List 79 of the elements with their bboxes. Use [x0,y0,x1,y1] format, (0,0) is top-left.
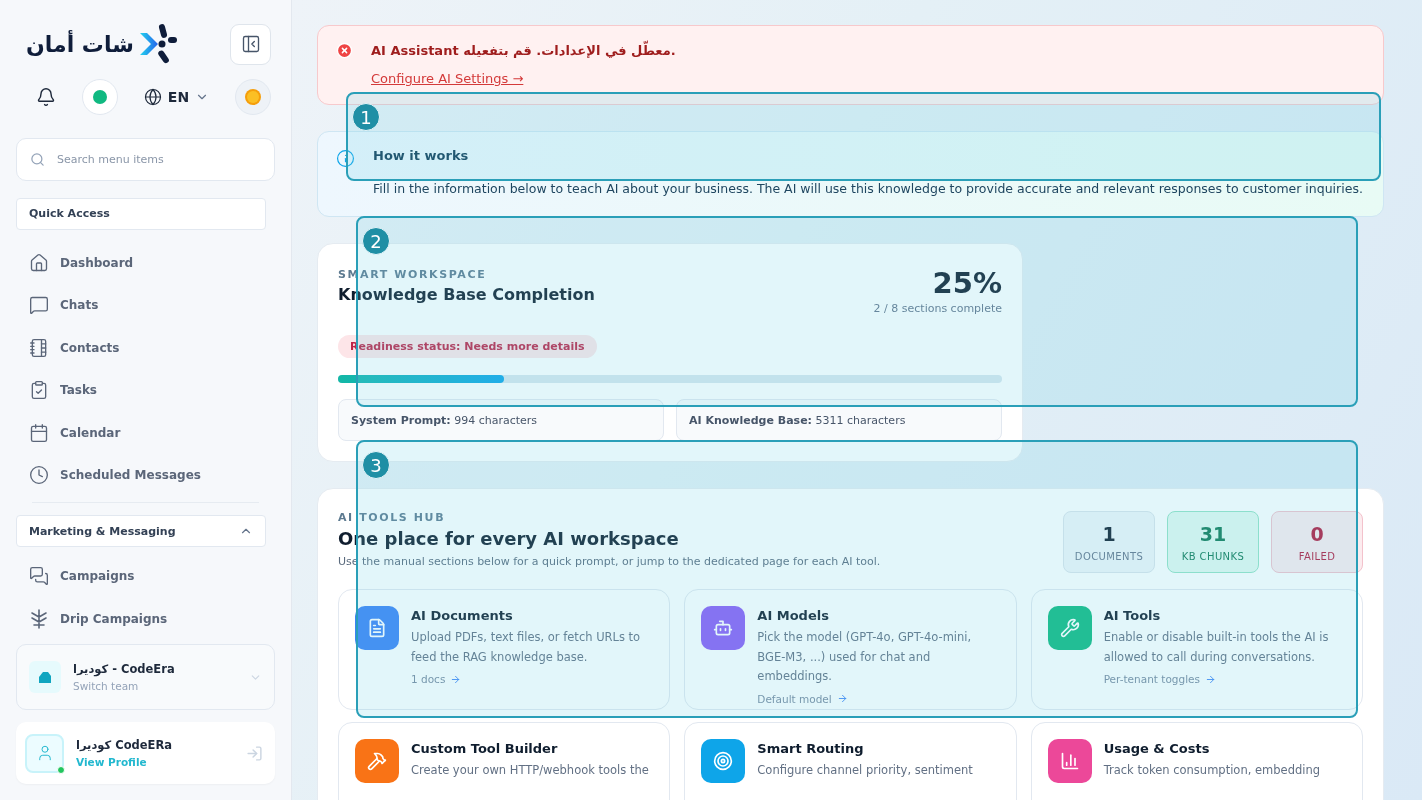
info-icon [336,149,355,168]
tool-card[interactable]: Usage & Costs Track token consumption, embedding [1030,722,1363,800]
team-icon [29,661,61,693]
wrench-icon [1047,606,1092,650]
hammer-icon [355,739,399,783]
nav-item[interactable]: Contacts [16,326,275,369]
step-number: 2 [362,227,390,255]
brand-name: شات أمان [26,31,134,57]
tool-title: AI Models [757,608,830,623]
tool-description: Enable or disable built-in tools the AI is allowed to call during conversations. [1103,629,1330,666]
tool-link[interactable]: 1 docs [411,673,654,685]
search-icon [30,152,45,167]
bar-chart-icon [1047,739,1092,783]
tool-description: Track token consumption, embedding [1103,762,1322,779]
nav-item[interactable]: Campaigns [16,555,275,598]
tool-title: AI Tools [1103,608,1162,623]
calendar-icon [29,422,49,443]
tool-description: Create your own HTTP/webhook tools the [411,762,650,779]
sun-icon [243,87,263,107]
tool-card[interactable]: Smart Routing Configure channel priority, sentiment [684,722,1017,800]
character-count: System Prompt: 994 characters [338,399,664,441]
tool-link[interactable]: Default model [757,692,1000,705]
document-icon [355,606,399,650]
team-action: Switch team [73,680,140,692]
section-header[interactable]: Marketing & Messaging [16,515,266,548]
language-selector[interactable]: EN [143,88,210,106]
target-icon [701,739,746,783]
stat-tile: 1 DOCUMENTS [1063,511,1155,573]
nav-item[interactable]: Scheduled Messages [16,453,275,497]
arrow-right-icon [836,693,848,704]
globe-icon [143,88,162,106]
chat-bubbles-icon [29,566,49,587]
info-text: Fill in the information below to teach AI about your business. The AI will use this knowledge to provide accurate and relevant responses to customer inquiries. [373,180,1364,198]
branches-icon [29,608,49,629]
tool-title: Smart Routing [757,741,865,756]
search-field[interactable]: Search menu items [16,138,275,181]
nav-item[interactable]: Drip Campaigns [16,597,275,640]
tool-card[interactable]: AI Tools Enable or disable built-in tools the AI is allowed to call during conversations. Per-tenant toggles [1030,589,1363,710]
tool-title: AI Documents [411,608,514,623]
step-number: 1 [352,103,380,131]
chat-bubble-icon [29,295,49,316]
logout-icon[interactable] [246,744,263,762]
clipboard-check-icon [29,380,49,401]
tool-description: Pick the model (GPT-4o, GPT-4o-mini, BGE-M3, ...) used for chat and embeddings. [757,629,973,685]
theme-toggle-button[interactable] [235,79,271,115]
clock-icon [29,465,49,486]
collapse-sidebar-button[interactable] [230,23,271,65]
arrow-right-icon [1205,673,1216,685]
sections-summary: 2 / 8 sections complete [873,302,1002,315]
nav-item[interactable]: Dashboard [16,241,275,284]
section-header[interactable]: Quick Access [16,198,266,230]
info-title: How it works [373,148,470,163]
notification-bell-icon[interactable] [36,87,56,107]
notebook-icon [29,337,49,358]
eyebrow-label: AI TOOLS HUB [338,511,447,524]
tool-description: Configure channel priority, sentiment [757,762,974,779]
status-button[interactable] [81,79,118,115]
stat-tile: 31 KB CHUNKS [1167,511,1259,573]
house-icon [29,252,49,273]
configure-link[interactable]: Configure AI Settings → [371,71,524,86]
tool-description: Upload PDFs, text files, or fetch URLs to feed the RAG knowledge base. [411,629,642,666]
stat-tile: 0 FAILED [1271,511,1363,573]
user-name: كوديرا CodeERa [76,738,174,752]
nav-item[interactable]: Calendar [16,411,275,454]
tool-card[interactable]: Custom Tool Builder Create your own HTTP/webhook tools the [338,722,671,800]
tool-title: Custom Tool Builder [411,741,559,756]
tool-card[interactable]: AI Models Pick the model (GPT-4o, GPT-4o-mini, BGE-M3, ...) used for chat and embeddings. Default model [684,589,1017,710]
collapse-panel-icon [240,34,261,54]
team-name: كوديرا - CodeEra [73,662,176,676]
completion-percent: 25% [932,268,1002,298]
tool-card[interactable]: AI Documents Upload PDFs, text files, or fetch URLs to feed the RAG knowledge base. 1 docs [338,589,671,710]
robot-icon [701,606,746,650]
arrow-right-icon [450,673,462,685]
tool-link[interactable]: Per-tenant toggles [1103,673,1346,685]
nav-item[interactable]: Tasks [16,369,275,412]
character-count: AI Knowledge Base: 5311 characters [676,399,1002,441]
error-icon [336,42,353,59]
tool-title: Usage & Costs [1103,741,1211,756]
nav-item[interactable]: Chats [16,284,275,327]
